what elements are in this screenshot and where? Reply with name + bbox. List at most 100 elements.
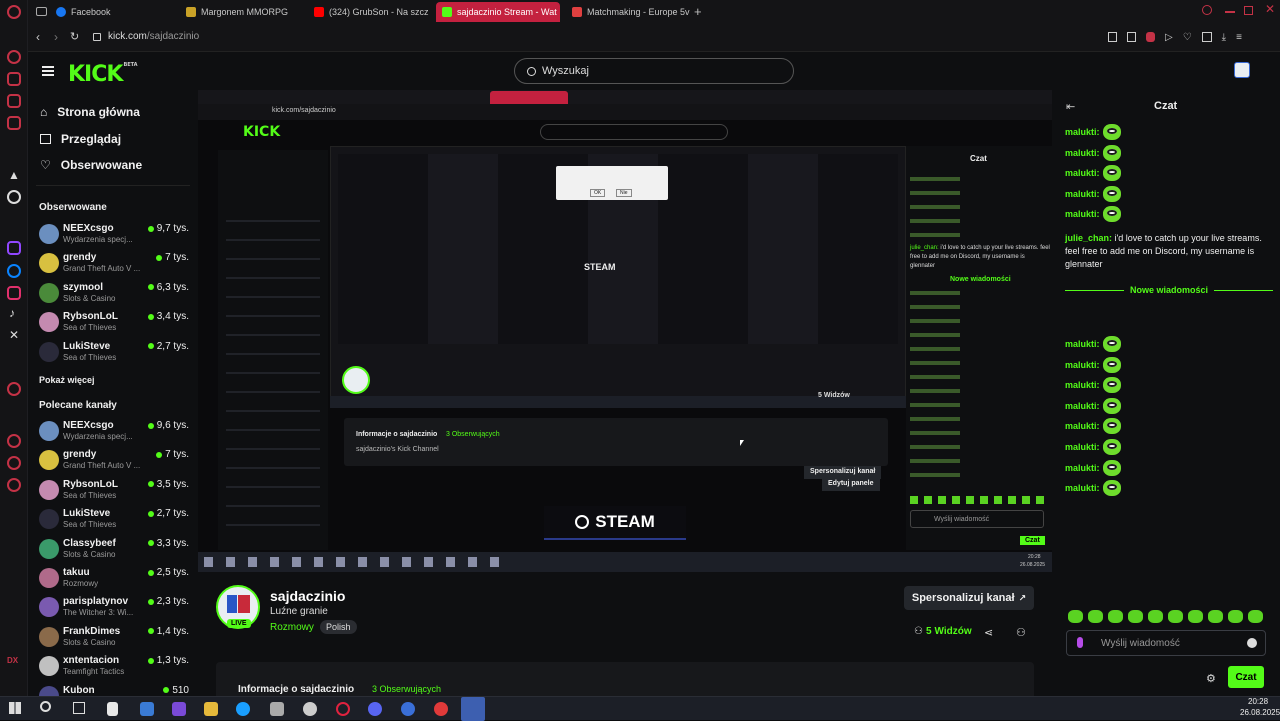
opera-taskbar-icon[interactable]	[336, 702, 350, 716]
app4-icon[interactable]	[401, 702, 415, 716]
chat-username[interactable]: malukti:	[1065, 127, 1100, 137]
channel-item[interactable]: xntentacion Teamfight Tactics 1,3 tys.	[39, 654, 189, 680]
chat-username[interactable]: malukti:	[1065, 421, 1100, 431]
chat-input[interactable]: Wyślij wiadomość	[1066, 630, 1266, 656]
play-icon[interactable]: ▷	[1165, 32, 1173, 43]
emoji-icon[interactable]	[1247, 638, 1257, 648]
player-icon[interactable]	[7, 382, 21, 396]
kick-logo[interactable]: KICKBETA	[68, 62, 138, 87]
explorer-icon[interactable]	[204, 702, 218, 716]
streamer-name[interactable]: sajdaczinio	[270, 588, 345, 604]
minimize-icon[interactable]	[1225, 11, 1235, 13]
chat-username[interactable]: malukti:	[1065, 360, 1100, 370]
channel-item[interactable]: Classybeef Slots & Casino 3,3 tys.	[39, 537, 189, 563]
dx-icon[interactable]: DX	[7, 656, 18, 665]
history-icon[interactable]	[7, 434, 21, 448]
channel-item[interactable]: takuu Rozmowy 2,5 tys.	[39, 566, 189, 592]
aria-icon[interactable]: ▲	[8, 168, 20, 182]
messenger-red-icon[interactable]	[7, 116, 21, 130]
emote-bar[interactable]	[1068, 610, 1263, 623]
user-avatar[interactable]	[1234, 62, 1250, 78]
chat-username[interactable]: malukti:	[1065, 442, 1100, 452]
tab-kick-active[interactable]: sajdaczinio Stream - Wat	[436, 2, 560, 22]
chat-username[interactable]: malukti:	[1065, 148, 1100, 158]
chat-username[interactable]: malukti:	[1065, 339, 1100, 349]
channel-item[interactable]: grendy Grand Theft Auto V ... 7 tys.	[39, 251, 189, 277]
app3-icon[interactable]	[303, 702, 317, 716]
language-tag[interactable]: Polish	[320, 620, 357, 634]
reload-icon[interactable]: ↻	[70, 30, 79, 43]
back-icon[interactable]: ‹	[36, 30, 40, 44]
search-taskbar-icon[interactable]	[40, 701, 51, 712]
app2-icon[interactable]	[270, 702, 284, 716]
calculator-icon[interactable]	[140, 702, 154, 716]
chat-bubble-icon[interactable]	[7, 456, 21, 470]
channel-item[interactable]: grendy Grand Theft Auto V ... 7 tys.	[39, 448, 189, 474]
steam-taskbar-icon[interactable]	[236, 702, 250, 716]
new-tab-icon[interactable]: +	[694, 4, 702, 19]
heart-bookmark-icon[interactable]: ♡	[1183, 32, 1192, 43]
channel-item[interactable]: parisplatynov The Witcher 3: Wi... 2,3 tys…	[39, 595, 189, 621]
customize-channel-button[interactable]: Spersonalizuj kanał ↗	[904, 586, 1034, 610]
microphone-icon[interactable]	[1077, 637, 1083, 648]
chat-username[interactable]: malukti:	[1065, 168, 1100, 178]
share-icon[interactable]: ⋖	[984, 626, 993, 639]
chat-username[interactable]: malukti:	[1065, 380, 1100, 390]
chatgpt-icon[interactable]	[7, 190, 21, 204]
tab-facebook[interactable]: Facebook	[50, 2, 174, 22]
channel-item[interactable]: NEEXcsgo Wydarzenia specj... 9,6 tys.	[39, 419, 189, 445]
channel-item[interactable]: szymool Slots & Casino 6,3 tys.	[39, 281, 189, 307]
messenger-icon[interactable]	[7, 264, 21, 278]
chat-settings-icon[interactable]: ⚙	[1206, 672, 1216, 685]
settings-icon[interactable]	[7, 478, 21, 492]
file-icon[interactable]	[107, 702, 118, 716]
gamepad-icon[interactable]	[7, 94, 21, 108]
channel-item[interactable]: LukiSteve Sea of Thieves 2,7 tys.	[39, 507, 189, 533]
chat-username[interactable]: malukti:	[1065, 463, 1100, 473]
menu-dots-icon[interactable]: ≡	[1236, 32, 1242, 43]
bag-icon[interactable]	[7, 72, 21, 86]
forward-icon[interactable]: ›	[54, 30, 58, 44]
ai-icon[interactable]	[7, 50, 21, 64]
hamburger-icon[interactable]	[42, 66, 54, 76]
windows-start-icon[interactable]	[9, 702, 21, 714]
workspaces-icon[interactable]	[36, 7, 47, 16]
channel-item[interactable]: NEEXcsgo Wydarzenia specj... 9,7 tys.	[39, 222, 189, 248]
chat-send-button[interactable]: Czat	[1228, 666, 1264, 688]
tab-margonem[interactable]: Margonem MMORPG	[180, 2, 304, 22]
nav-browse[interactable]: Przeglądaj	[40, 132, 121, 146]
snapshot-icon[interactable]	[1127, 32, 1136, 42]
tab-youtube[interactable]: (324) GrubSon - Na szcz	[308, 2, 432, 22]
url-field[interactable]: kick.com/sajdaczinio	[108, 31, 199, 42]
task-view-icon[interactable]	[73, 702, 85, 714]
nav-following[interactable]: ♡ Obserwowane	[40, 158, 142, 172]
chat-username[interactable]: malukti:	[1065, 209, 1100, 219]
puzzle-icon[interactable]	[1201, 32, 1212, 42]
discord-icon[interactable]	[368, 702, 382, 716]
follow-user-icon[interactable]: ⚇	[1016, 626, 1026, 639]
chat-username[interactable]: julie_chan:	[1065, 233, 1112, 243]
collapse-chat-icon[interactable]: ⇤	[1066, 100, 1075, 113]
search-input[interactable]: Wyszukaj	[514, 58, 794, 84]
opera-logo-icon[interactable]	[7, 5, 21, 19]
close-window-icon[interactable]: ✕	[1265, 2, 1275, 16]
app-icon[interactable]	[172, 702, 186, 716]
chat-username[interactable]: malukti:	[1065, 483, 1100, 493]
twitch-icon[interactable]	[7, 241, 21, 255]
chat-username[interactable]: malukti:	[1065, 401, 1100, 411]
kick-taskbar-icon[interactable]	[461, 697, 485, 721]
tab-matchmaking[interactable]: Matchmaking - Europe 5v	[566, 2, 690, 22]
x-icon[interactable]: ✕	[9, 328, 19, 342]
app5-icon[interactable]	[434, 702, 448, 716]
channel-item[interactable]: RybsonLoL Sea of Thieves 3,5 tys.	[39, 478, 189, 504]
tiktok-icon[interactable]: ♪	[9, 306, 15, 320]
search-tabs-icon[interactable]	[1202, 5, 1212, 15]
chat-username[interactable]: malukti:	[1065, 189, 1100, 199]
channel-item[interactable]: LukiSteve Sea of Thieves 2,7 tys.	[39, 340, 189, 366]
channel-item[interactable]: FrankDimes Slots & Casino 1,4 tys.	[39, 625, 189, 651]
channel-item[interactable]: RybsonLoL Sea of Thieves 3,4 tys.	[39, 310, 189, 336]
maximize-icon[interactable]	[1244, 6, 1253, 15]
download-icon[interactable]: ⤓	[1222, 32, 1226, 43]
adblock-icon[interactable]	[1146, 32, 1155, 42]
pin-icon[interactable]	[1108, 32, 1117, 42]
